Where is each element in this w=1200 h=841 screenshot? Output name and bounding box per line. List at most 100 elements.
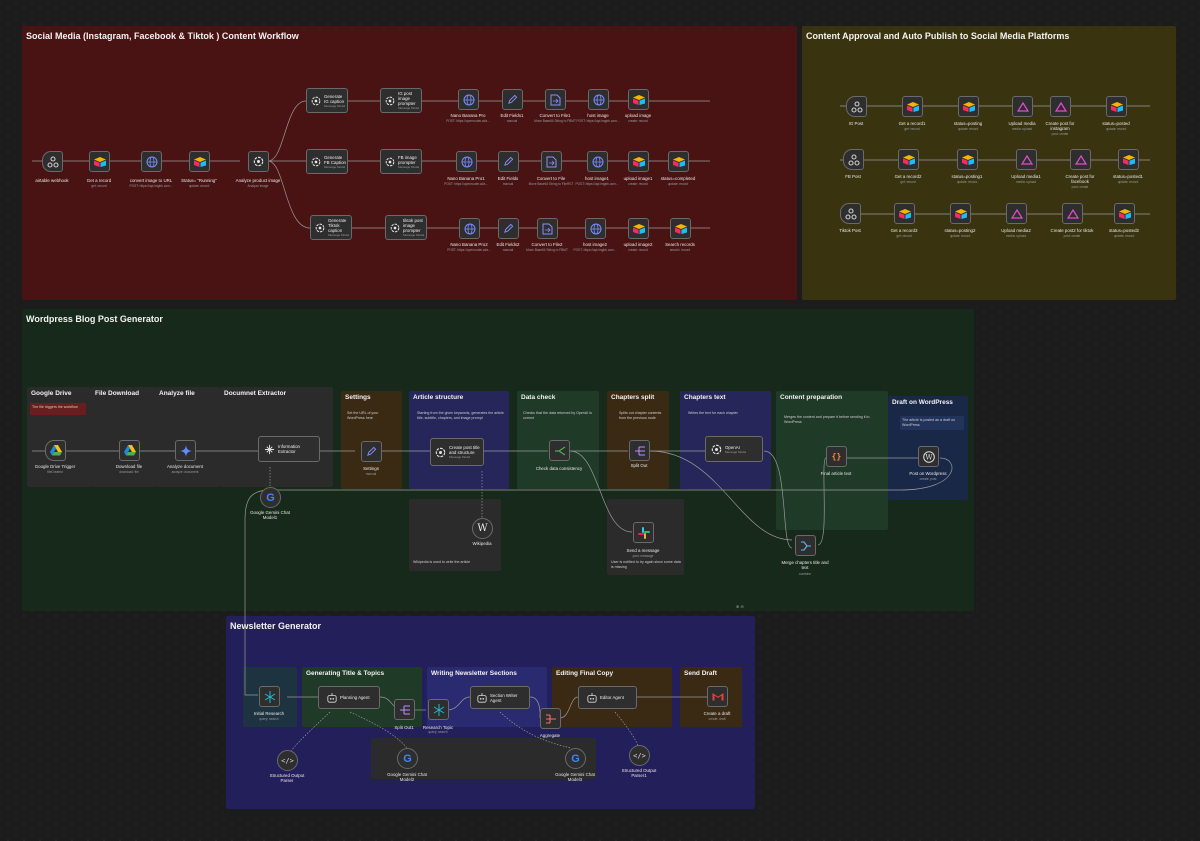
node-label: status=posted1 (1113, 174, 1143, 179)
aggregate-node[interactable] (540, 708, 561, 729)
fb-post-trigger-node[interactable] (843, 149, 864, 170)
status-posted1-node[interactable] (1118, 149, 1139, 170)
section-title: Chapters split (611, 394, 655, 401)
edit-fields-node[interactable] (498, 151, 519, 172)
node-label: Initial Research (253, 711, 285, 716)
get-record1-node[interactable] (902, 96, 923, 117)
ig-image-prompter-node[interactable]: IG post image prompter Message Model (380, 88, 422, 113)
pencil-icon (366, 446, 377, 457)
research-topic-node[interactable] (428, 699, 449, 720)
split-out-node[interactable] (629, 440, 650, 461)
section-writer-agent-node[interactable]: Section Writer Agent (470, 686, 530, 709)
zoom-controls[interactable]: ⊕ ⊖ (736, 604, 744, 609)
node-label: Nano Banana Pro1 (447, 176, 485, 181)
host-image2-node[interactable] (585, 218, 606, 239)
download-file-node[interactable] (119, 440, 140, 461)
node-label: IG post image prompter (398, 91, 416, 106)
node-label: Google Gemini Chat Model2 (387, 772, 427, 782)
create-post-title-node[interactable]: Create post title and structure Message M… (430, 438, 484, 466)
editor-agent-node[interactable]: Editor Agent (578, 686, 637, 709)
gmail-icon (712, 692, 724, 701)
status-completed-node[interactable] (668, 151, 689, 172)
upload-media2-node[interactable] (1006, 203, 1027, 224)
analyze-document-node[interactable] (175, 440, 196, 461)
ig-post-trigger-node[interactable] (846, 96, 867, 117)
node-label: Editor Agent (600, 695, 624, 700)
tiktok-post-trigger-node[interactable] (840, 203, 861, 224)
gemini-chat-model2-node[interactable]: G (397, 748, 418, 769)
convert-to-file2-node[interactable] (537, 218, 558, 239)
check-data-consistency-node[interactable] (549, 440, 570, 461)
node-subtitle: post: message (632, 554, 654, 558)
create-post-facebook-node[interactable] (1070, 149, 1091, 170)
status-posting1-node[interactable] (957, 149, 978, 170)
gemini-chat-model1-node[interactable]: G (260, 487, 281, 508)
airtable-icon (962, 101, 975, 112)
upload-image-node[interactable] (628, 89, 649, 110)
node-label: upload image2 (623, 242, 653, 247)
structured-output-parser-node[interactable]: </> (277, 750, 298, 771)
node-label: convert image to URL (129, 178, 173, 183)
status-posted2-node[interactable] (1114, 203, 1135, 224)
status-posting2-node[interactable] (950, 203, 971, 224)
upload-post-icon (1016, 101, 1029, 112)
node-label: Convert to File1 (539, 113, 571, 118)
section-title: Google Drive (31, 390, 72, 397)
note-text: Wikipedia is used to write the article (413, 560, 471, 564)
planning-agent-node[interactable]: Planning Agent (318, 686, 380, 709)
upload-media-node[interactable] (1012, 96, 1033, 117)
final-article-text-node[interactable]: {} (826, 446, 847, 467)
status-posting-node[interactable] (958, 96, 979, 117)
upload-image2-node[interactable] (628, 218, 649, 239)
generate-fb-caption-node[interactable]: Generate FB Caption Message Model (306, 149, 348, 174)
convert-url-node[interactable] (141, 151, 162, 172)
get-record-node[interactable] (89, 151, 110, 172)
gemini-chat-model3-node[interactable]: G (565, 748, 586, 769)
convert-to-file1-node[interactable] (545, 89, 566, 110)
group-title-social: Social Media (Instagram, Facebook & Tikt… (26, 31, 299, 41)
node-subtitle: get: record (900, 180, 916, 184)
create-draft-node[interactable] (707, 686, 728, 707)
fb-image-prompter-node[interactable]: FB image prompter Message Model (380, 149, 422, 174)
get-record2-node[interactable] (898, 149, 919, 170)
convert-to-file-node[interactable] (541, 151, 562, 172)
send-message-node[interactable] (633, 522, 654, 543)
node-label: IG Post (848, 121, 864, 126)
host-image-node[interactable] (588, 89, 609, 110)
wikipedia-node[interactable]: W (472, 518, 493, 539)
edit-fields1-node[interactable] (502, 89, 523, 110)
status-running-node[interactable] (189, 151, 210, 172)
host-image1-node[interactable] (587, 151, 608, 172)
tiktok-image-prompter-node[interactable]: tiktok post image prompter Message Model (385, 215, 427, 240)
node-subtitle: Analyze image (247, 184, 269, 188)
openai-chapter-node[interactable]: OpenAI Message Model (705, 436, 763, 462)
status-posted-node[interactable] (1106, 96, 1127, 117)
analyze-image-node[interactable] (248, 151, 269, 172)
split-out1-node[interactable] (394, 699, 415, 720)
nano-banana-pro1-node[interactable] (456, 151, 477, 172)
upload-media1-node[interactable] (1016, 149, 1037, 170)
nano-banana-pro-node[interactable] (458, 89, 479, 110)
create-post2-tiktok-node[interactable] (1062, 203, 1083, 224)
edit-fields2-node[interactable] (498, 218, 519, 239)
globe-icon (592, 156, 604, 168)
information-extractor-node[interactable]: Information Extractor (258, 436, 320, 462)
code-icon: </> (281, 756, 294, 765)
merge-chapters-node[interactable] (795, 535, 816, 556)
note-text: The file triggers the workflow (32, 405, 78, 409)
node-subtitle: update: record (1117, 180, 1139, 184)
create-post-instagram-node[interactable] (1050, 96, 1071, 117)
nano-banana-pro2-node[interactable] (459, 218, 480, 239)
google-drive-trigger-node[interactable] (45, 440, 66, 461)
generate-tiktok-caption-node[interactable]: Generate Tiktok caption Message Model (310, 215, 352, 240)
structured-output-parser1-node[interactable]: </> (629, 745, 650, 766)
initial-research-node[interactable] (259, 686, 280, 707)
get-record3-node[interactable] (894, 203, 915, 224)
post-wordpress-node[interactable]: W (918, 446, 939, 467)
settings-node[interactable] (361, 441, 382, 462)
airtable-webhook-node[interactable] (42, 151, 63, 172)
sticky-note: The article is posted as a draft on Word… (900, 416, 964, 430)
search-records-node[interactable] (670, 218, 691, 239)
upload-image1-node[interactable] (628, 151, 649, 172)
generate-ig-caption-node[interactable]: Generate IG caption Message Model (306, 88, 348, 113)
